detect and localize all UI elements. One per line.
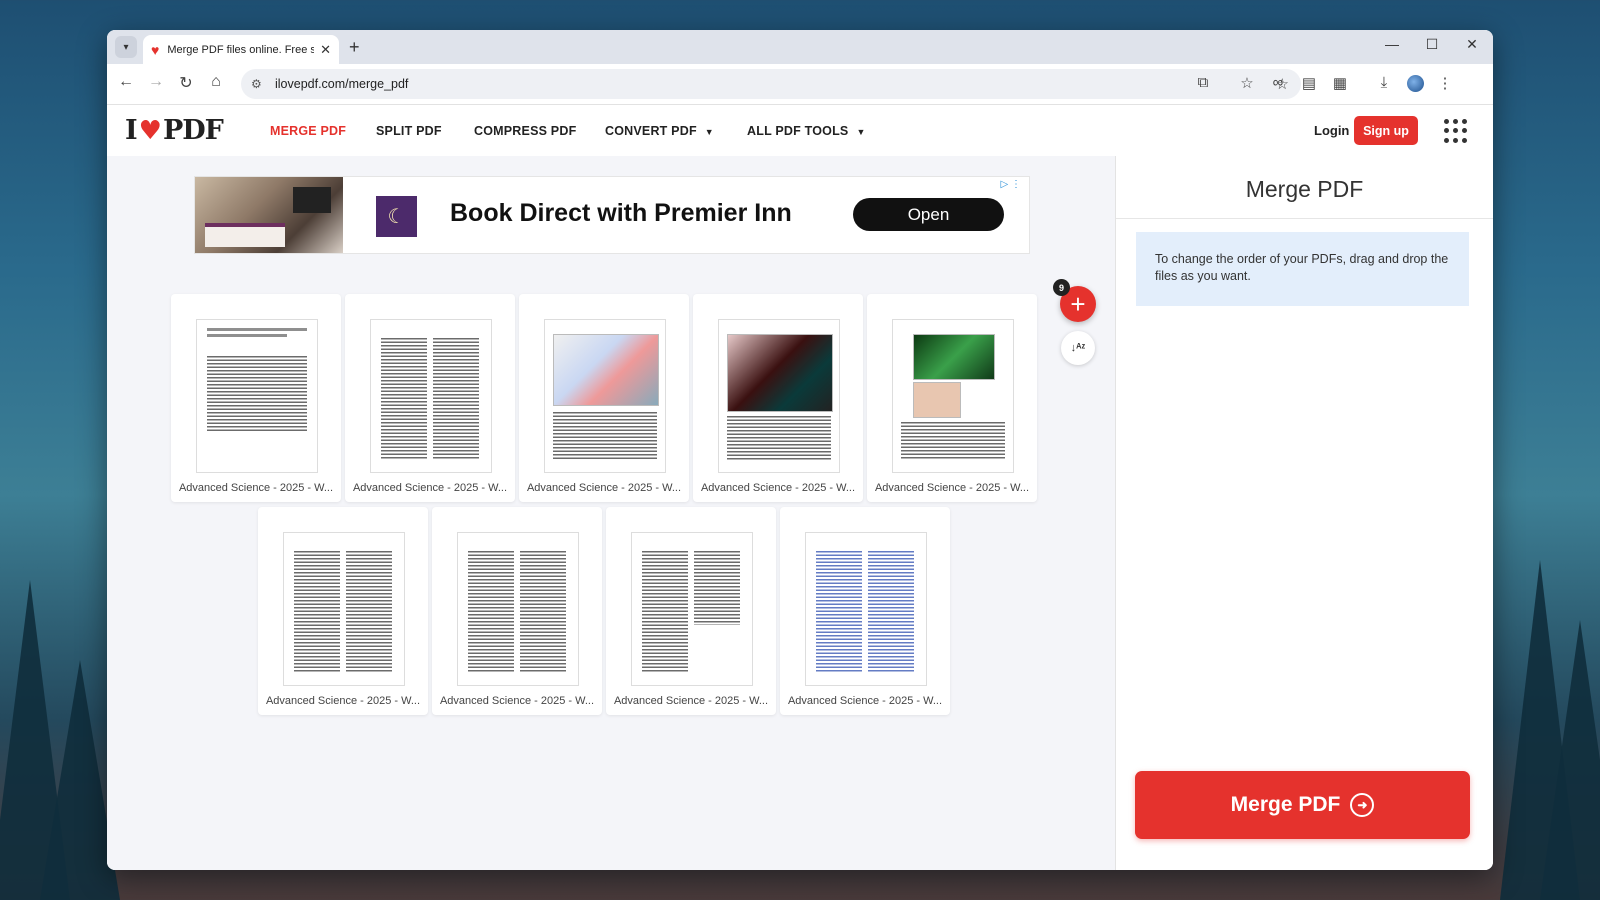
ad-moon-logo-icon: ☾ <box>376 196 417 237</box>
extensions-icon[interactable]: ⧉ <box>1192 74 1214 91</box>
forward-button[interactable]: → <box>145 73 167 91</box>
login-link[interactable]: Login <box>1314 123 1349 138</box>
apps-grid-icon[interactable] <box>1444 119 1468 143</box>
file-count-badge: 9 <box>1053 279 1070 296</box>
pdf-thumbnail <box>805 532 927 686</box>
reading-mode-icon[interactable]: ▤ <box>1298 74 1320 92</box>
browser-window: ▾ ♥ Merge PDF files online. Free se ✕ + … <box>107 30 1493 870</box>
file-name: Advanced Science - 2025 - W... <box>613 695 769 707</box>
merge-pdf-button[interactable]: Merge PDF ➜ <box>1135 771 1470 839</box>
background-tree <box>1540 620 1600 900</box>
back-button[interactable]: ← <box>115 73 137 91</box>
pdf-file-card[interactable]: Advanced Science - 2025 - W... <box>867 294 1037 502</box>
address-bar[interactable]: ⚙ ilovepdf.com/merge_pdf ☆ <box>241 69 1301 99</box>
file-name: Advanced Science - 2025 - W... <box>787 695 943 707</box>
ad-headline: Book Direct with Premier Inn <box>450 199 792 227</box>
file-name: Advanced Science - 2025 - W... <box>265 695 421 707</box>
nav-label: ALL PDF TOOLS <box>747 124 849 138</box>
pdf-thumbnail <box>718 319 840 473</box>
pdf-thumbnail <box>631 532 753 686</box>
maximize-button[interactable]: ☐ <box>1413 36 1451 53</box>
options-sidebar: Merge PDF To change the order of your PD… <box>1115 156 1493 870</box>
file-name: Advanced Science - 2025 - W... <box>439 695 595 707</box>
signup-button[interactable]: Sign up <box>1354 116 1418 145</box>
file-name: Advanced Science - 2025 - W... <box>352 482 508 494</box>
download-icon[interactable]: ⤓ <box>1373 74 1395 91</box>
sort-az-icon[interactable]: ↓ᴬᶻ <box>1061 331 1095 365</box>
chevron-down-icon: ▼ <box>856 127 866 137</box>
close-window-button[interactable]: ✕ <box>1453 36 1491 53</box>
file-name: Advanced Science - 2025 - W... <box>526 482 682 494</box>
main-workspace: ☾ Book Direct with Premier Inn Open ▷ ⋮ … <box>107 156 1115 870</box>
heart-icon: ♥ <box>138 115 162 146</box>
pdf-thumbnail <box>196 319 318 473</box>
chevron-down-icon: ▼ <box>704 127 714 137</box>
arrow-right-circle-icon: ➜ <box>1350 793 1375 817</box>
file-name: Advanced Science - 2025 - W... <box>700 482 856 494</box>
sidebar-title: Merge PDF <box>1245 176 1364 202</box>
ad-choices-icon[interactable]: ▷ ⋮ <box>1001 179 1021 190</box>
tab-active[interactable]: ♥ Merge PDF files online. Free se ✕ <box>143 35 339 64</box>
new-tab-button[interactable]: + <box>349 37 360 58</box>
pdf-thumbnail <box>892 319 1014 473</box>
pdf-file-card[interactable]: Advanced Science - 2025 - W... <box>432 507 602 715</box>
browser-toolbar: ← → ↻ ⌂ ⚙ ilovepdf.com/merge_pdf ☆ ⧉ ☆ ∞… <box>107 64 1493 105</box>
pdf-file-card[interactable]: Advanced Science - 2025 - W... <box>258 507 428 715</box>
pdf-file-card[interactable]: Advanced Science - 2025 - W... <box>606 507 776 715</box>
pdf-thumbnail <box>283 532 405 686</box>
nav-split-pdf[interactable]: SPLIT PDF <box>376 124 442 138</box>
nav-label: COMPRESS PDF <box>474 124 577 138</box>
favorites-icon[interactable]: ☆ <box>1236 74 1258 92</box>
advertisement-banner[interactable]: ☾ Book Direct with Premier Inn Open ▷ ⋮ <box>194 176 1030 254</box>
site-info-icon[interactable]: ⚙ <box>251 77 267 91</box>
tab-strip: ▾ ♥ Merge PDF files online. Free se ✕ + … <box>107 30 1493 64</box>
tab-title: Merge PDF files online. Free se <box>167 43 315 56</box>
ilovepdf-logo[interactable]: I ♥ PDF <box>125 115 224 146</box>
pdf-file-card[interactable]: Advanced Science - 2025 - W... <box>345 294 515 502</box>
logo-letter: I <box>125 115 138 146</box>
info-message: To change the order of your PDFs, drag a… <box>1136 232 1469 306</box>
tab-search-button[interactable]: ▾ <box>115 36 137 58</box>
pdf-file-card[interactable]: Advanced Science - 2025 - W... <box>693 294 863 502</box>
nav-all-pdf-tools[interactable]: ALL PDF TOOLS ▼ <box>747 124 866 138</box>
pdf-file-card[interactable]: Advanced Science - 2025 - W... <box>519 294 689 502</box>
merge-button-label: Merge PDF <box>1230 793 1341 816</box>
ad-open-button[interactable]: Open <box>853 198 1004 231</box>
file-name: Advanced Science - 2025 - W... <box>178 482 334 494</box>
file-name: Advanced Science - 2025 - W... <box>874 482 1030 494</box>
close-tab-icon[interactable]: ✕ <box>320 42 331 58</box>
pdf-thumbnail <box>544 319 666 473</box>
divider <box>1116 218 1493 219</box>
url-text: ilovepdf.com/merge_pdf <box>275 77 409 91</box>
site-header: I ♥ PDF MERGE PDF SPLIT PDF COMPRESS PDF… <box>107 105 1493 157</box>
pdf-thumbnail <box>457 532 579 686</box>
pdf-thumbnail <box>370 319 492 473</box>
pdf-file-card[interactable]: Advanced Science - 2025 - W... <box>780 507 950 715</box>
logo-text: PDF <box>162 115 224 146</box>
pdf-file-card[interactable]: Advanced Science - 2025 - W... <box>171 294 341 502</box>
ad-hotel-image <box>195 177 343 253</box>
home-button[interactable]: ⌂ <box>205 73 227 91</box>
nav-merge-pdf[interactable]: MERGE PDF <box>270 124 346 138</box>
link-icon[interactable]: ∞ <box>1267 74 1289 91</box>
side-panel-icon[interactable]: ▦ <box>1329 74 1351 92</box>
minimize-button[interactable]: — <box>1373 36 1411 52</box>
nav-compress-pdf[interactable]: COMPRESS PDF <box>474 124 576 138</box>
nav-label: CONVERT PDF <box>605 124 697 138</box>
nav-convert-pdf[interactable]: CONVERT PDF ▼ <box>605 124 714 138</box>
heart-favicon-icon: ♥ <box>151 41 160 58</box>
profile-avatar[interactable] <box>1407 75 1424 92</box>
menu-icon[interactable]: ⋮ <box>1434 74 1456 92</box>
reload-button[interactable]: ↻ <box>175 73 197 93</box>
